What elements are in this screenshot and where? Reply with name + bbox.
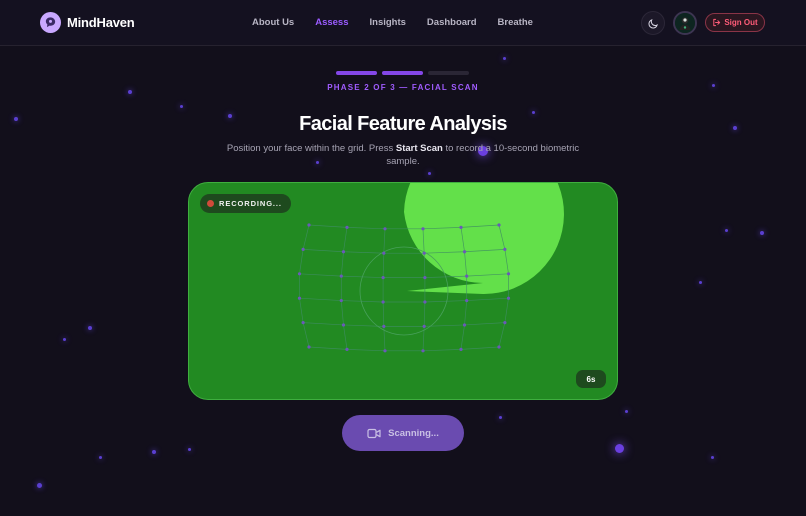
sign-out-button[interactable]: Sign Out bbox=[705, 13, 765, 32]
mesh-landmark bbox=[459, 225, 463, 229]
mesh-landmark bbox=[301, 247, 305, 251]
scan-button-label: Scanning... bbox=[388, 427, 439, 439]
mesh-landmark bbox=[497, 345, 501, 349]
subtitle-start-scan-emphasis: Start Scan bbox=[395, 143, 443, 154]
face-mesh-overlay bbox=[297, 183, 564, 353]
mesh-landmark bbox=[345, 225, 349, 229]
mesh-line bbox=[303, 322, 505, 327]
countdown-timer: 6s bbox=[576, 370, 606, 388]
camera-feed: RECORDING... 6s bbox=[188, 182, 618, 400]
mesh-landmark bbox=[345, 347, 349, 351]
mesh-landmark bbox=[422, 324, 426, 329]
mesh-landmark bbox=[341, 250, 346, 254]
mesh-landmark bbox=[382, 324, 386, 329]
recording-label: RECORDING... bbox=[219, 199, 282, 208]
mesh-landmark bbox=[503, 321, 507, 325]
mesh-landmark bbox=[307, 345, 311, 349]
mesh-landmark bbox=[465, 298, 469, 303]
page-subtitle: Position your face within the grid. Pres… bbox=[213, 142, 593, 168]
mesh-landmark bbox=[506, 296, 511, 300]
mesh-landmark bbox=[381, 300, 385, 304]
mesh-landmark bbox=[423, 276, 427, 280]
brain-chat-icon bbox=[40, 12, 61, 33]
mesh-landmark bbox=[503, 247, 507, 251]
mesh-landmark bbox=[381, 276, 385, 280]
nav-about-us[interactable]: About Us bbox=[252, 17, 294, 28]
mesh-landmark bbox=[422, 251, 426, 255]
scan-button[interactable]: Scanning... bbox=[342, 415, 464, 451]
avatar[interactable] bbox=[673, 11, 697, 35]
mesh-landmark bbox=[382, 251, 386, 255]
mesh-landmark bbox=[297, 272, 302, 276]
mesh-landmark bbox=[341, 323, 346, 327]
mesh-line bbox=[308, 346, 500, 352]
mesh-landmark bbox=[421, 227, 425, 231]
top-navbar: MindHaven About Us Assess Insights Dashb… bbox=[0, 0, 806, 46]
nav-insights[interactable]: Insights bbox=[370, 17, 406, 28]
phase-label: PHASE 2 OF 3 — FACIAL SCAN bbox=[327, 83, 479, 92]
phase-progress-bar bbox=[336, 71, 469, 75]
mesh-line bbox=[382, 228, 386, 351]
logout-icon bbox=[713, 18, 721, 27]
phase-3-segment bbox=[428, 71, 469, 75]
mesh-landmark bbox=[383, 227, 387, 231]
recording-dot-icon bbox=[207, 200, 214, 207]
mesh-landmark bbox=[497, 223, 501, 227]
mesh-landmark bbox=[297, 296, 302, 300]
recording-badge: RECORDING... bbox=[200, 194, 291, 213]
nav-dashboard[interactable]: Dashboard bbox=[427, 17, 477, 28]
mesh-landmark bbox=[423, 300, 427, 304]
mesh-landmark bbox=[301, 321, 305, 325]
mesh-landmark bbox=[307, 223, 311, 227]
brand-name: MindHaven bbox=[67, 15, 135, 30]
nav-assess[interactable]: Assess bbox=[315, 17, 348, 28]
sign-out-label: Sign Out bbox=[724, 18, 758, 27]
page-title: Facial Feature Analysis bbox=[299, 113, 507, 135]
mesh-line bbox=[299, 297, 509, 303]
phase-2-segment bbox=[382, 71, 423, 75]
moon-icon bbox=[648, 18, 658, 28]
mesh-landmark bbox=[462, 250, 467, 254]
mesh-landmark bbox=[339, 298, 343, 303]
mesh-landmark bbox=[462, 323, 467, 327]
phase-1-segment bbox=[336, 71, 377, 75]
mesh-landmark bbox=[421, 349, 425, 353]
mesh-landmark bbox=[383, 349, 387, 353]
mesh-landmark bbox=[339, 274, 343, 278]
video-camera-icon bbox=[367, 428, 381, 438]
brand[interactable]: MindHaven bbox=[40, 12, 135, 33]
mesh-line bbox=[299, 224, 310, 348]
theme-toggle-button[interactable] bbox=[641, 11, 665, 35]
main-nav: About Us Assess Insights Dashboard Breat… bbox=[252, 17, 554, 28]
nav-breathe[interactable]: Breathe bbox=[498, 17, 533, 28]
mesh-landmark bbox=[459, 347, 463, 351]
mesh-line bbox=[340, 227, 348, 350]
mesh-landmark bbox=[465, 274, 469, 278]
subtitle-text-start: Position your face within the grid. Pres… bbox=[226, 143, 396, 154]
mesh-landmark bbox=[506, 272, 511, 276]
